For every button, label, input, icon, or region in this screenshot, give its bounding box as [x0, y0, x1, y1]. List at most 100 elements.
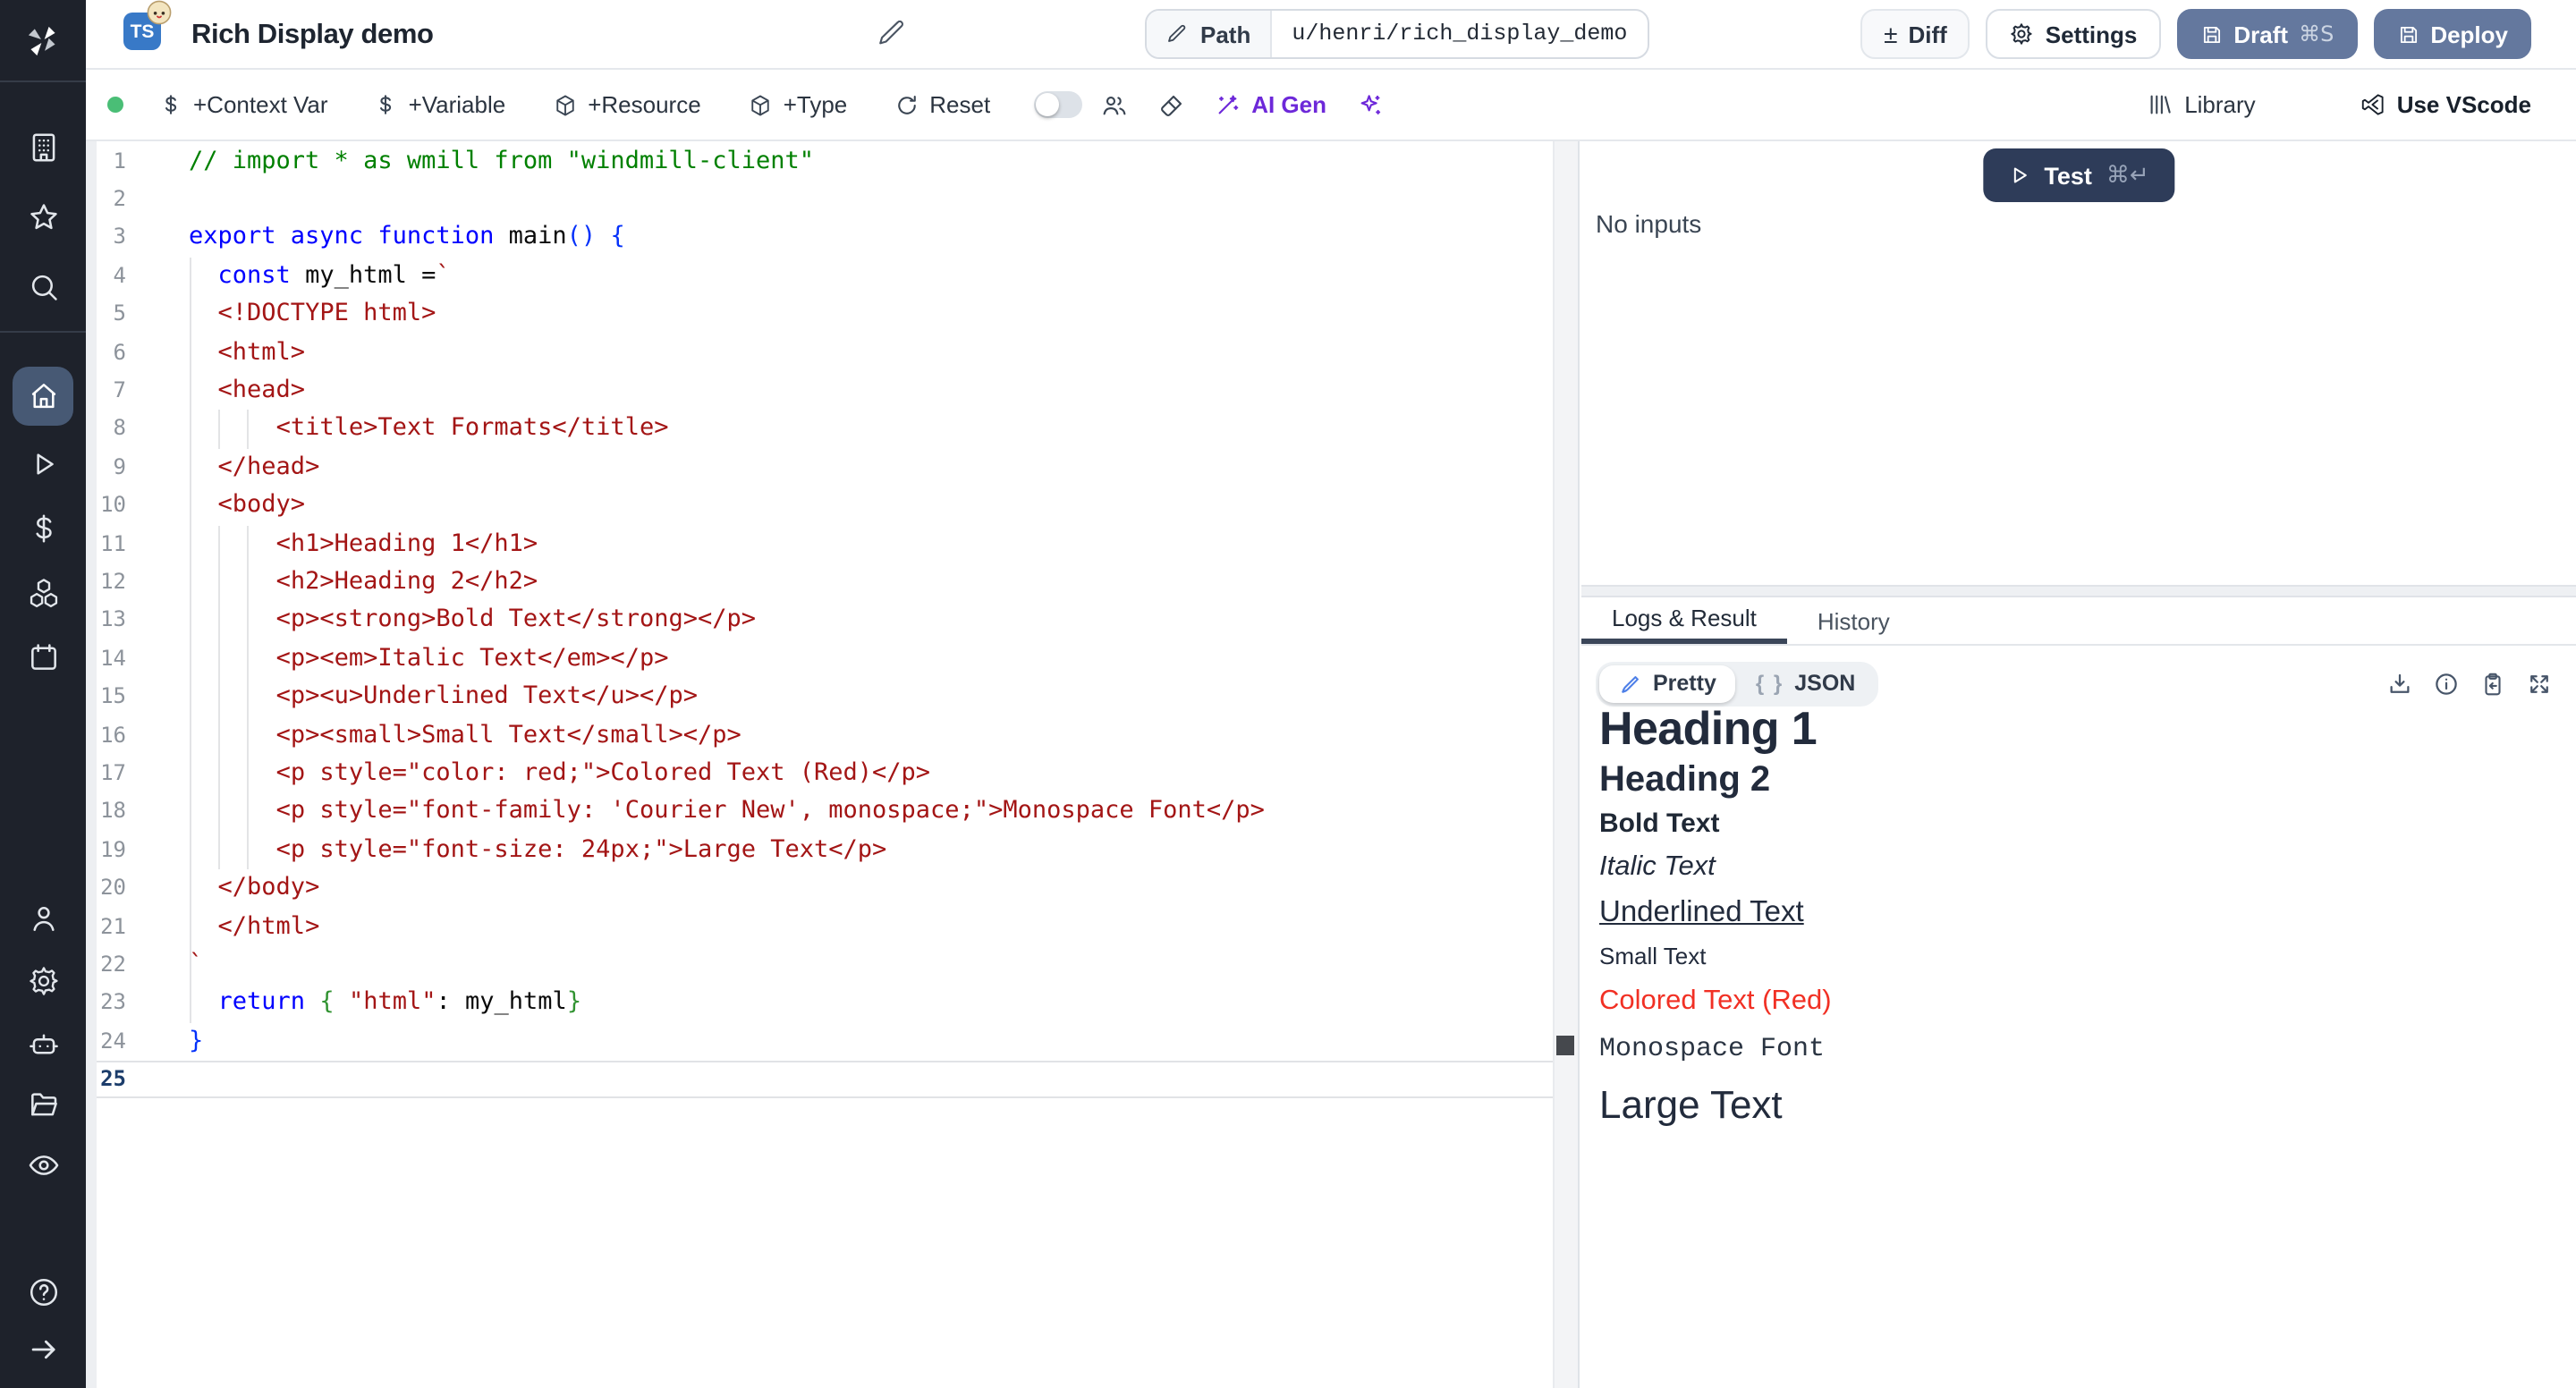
- code-line-text: <body>: [189, 487, 305, 525]
- add-context-var-button[interactable]: +Context Var: [159, 91, 328, 118]
- code-line[interactable]: 9 </head>: [86, 448, 1553, 487]
- code-line-text: }: [189, 1022, 203, 1061]
- copy-result-button[interactable]: [2479, 670, 2506, 697]
- multiplayer-button[interactable]: [1099, 90, 1128, 119]
- code-line[interactable]: 4 const my_html =`: [86, 257, 1553, 295]
- ai-gen-button[interactable]: AI Gen: [1214, 91, 1326, 118]
- code-line[interactable]: 1// import * as wmill from "windmill-cli…: [86, 142, 1553, 181]
- code-line[interactable]: 6 <html>: [86, 334, 1553, 372]
- result-toolbar: Pretty { } JSON: [1596, 662, 2553, 705]
- panel-splitter-vertical[interactable]: [1578, 141, 1580, 1388]
- line-number: 14: [86, 639, 126, 678]
- code-token: [189, 260, 218, 289]
- code-line[interactable]: 12 <h2>Heading 2</h2>: [86, 563, 1553, 602]
- json-view-button[interactable]: { } JSON: [1736, 664, 1875, 702]
- tab-logs-result[interactable]: Logs & Result: [1581, 597, 1787, 644]
- code-line[interactable]: 13 <p><strong>Bold Text</strong></p>: [86, 602, 1553, 640]
- code-line[interactable]: 14 <p><em>Italic Text</em></p>: [86, 639, 1553, 678]
- pretty-view-button[interactable]: Pretty: [1599, 664, 1736, 702]
- add-type-button[interactable]: +Type: [748, 91, 848, 118]
- code-token: [189, 452, 218, 480]
- format-code-button[interactable]: [1157, 90, 1185, 119]
- tab-history[interactable]: History: [1787, 597, 1920, 644]
- library-button[interactable]: Library: [2147, 91, 2256, 118]
- code-line[interactable]: 25: [86, 1061, 1553, 1099]
- sidebar-item-favorites[interactable]: [14, 188, 72, 245]
- reset-button[interactable]: Reset: [894, 91, 990, 118]
- code-line[interactable]: 3export async function main() {: [86, 219, 1553, 258]
- code-line[interactable]: 23 return { "html": my_html}: [86, 985, 1553, 1023]
- sidebar-item-variables[interactable]: [14, 499, 72, 556]
- line-number: 18: [86, 793, 126, 832]
- plus-minus-icon: ±: [1884, 20, 1897, 48]
- result-tabs: Logs & Result History: [1581, 597, 2576, 646]
- code-token: const: [218, 260, 291, 289]
- code-line[interactable]: 8 <title>Text Formats</title>: [86, 410, 1553, 449]
- use-vscode-button[interactable]: Use VScode: [2360, 91, 2531, 118]
- user-icon: [26, 901, 60, 935]
- sidebar-item-user[interactable]: [14, 889, 72, 946]
- code-line[interactable]: 15 <p><u>Underlined Text</u></p>: [86, 678, 1553, 716]
- no-inputs-text: No inputs: [1596, 209, 1701, 238]
- windmill-logo[interactable]: [0, 0, 86, 80]
- diff-mode-toggle[interactable]: [1033, 91, 1081, 118]
- code-line[interactable]: 17 <p style="color: red;">Colored Text (…: [86, 755, 1553, 793]
- sidebar-item-runs[interactable]: [14, 435, 72, 492]
- code-line[interactable]: 7 <head>: [86, 372, 1553, 410]
- sidebar-item-workers[interactable]: [14, 1014, 72, 1071]
- draft-button[interactable]: Draft ⌘S: [2176, 9, 2357, 59]
- braces-icon: { }: [1756, 671, 1784, 696]
- gear-icon: [26, 963, 60, 997]
- code-token: [189, 299, 218, 327]
- sidebar-item-schedules[interactable]: [14, 628, 72, 685]
- code-line[interactable]: 21 </html>: [86, 908, 1553, 946]
- line-number: 25: [86, 1061, 126, 1099]
- add-variable-button[interactable]: +Variable: [375, 91, 506, 118]
- result-small: Small Text: [1599, 941, 2565, 971]
- add-resource-button[interactable]: +Resource: [552, 91, 700, 118]
- code-line[interactable]: 24}: [86, 1022, 1553, 1061]
- diff-button[interactable]: ± Diff: [1860, 9, 1970, 59]
- status-dot: [107, 97, 123, 113]
- sidebar-item-folders[interactable]: [14, 1075, 72, 1132]
- panel-splitter-horizontal[interactable]: [1581, 585, 2576, 597]
- code-line[interactable]: 2: [86, 181, 1553, 219]
- building-icon: [26, 130, 60, 164]
- code-line[interactable]: 10 <body>: [86, 487, 1553, 525]
- expand-result-button[interactable]: [2526, 670, 2553, 697]
- sidebar-item-search[interactable]: [14, 258, 72, 315]
- code-line-text: const my_html =`: [189, 257, 451, 295]
- line-number: 10: [86, 487, 126, 525]
- code-line[interactable]: 20 </body>: [86, 869, 1553, 908]
- result-info-button[interactable]: [2433, 670, 2460, 697]
- save-icon: [2199, 22, 2223, 46]
- sidebar-item-help[interactable]: [14, 1263, 72, 1320]
- code-line[interactable]: 19 <p style="font-size: 24px;">Large Tex…: [86, 831, 1553, 869]
- sidebar-item-workspace[interactable]: [14, 118, 72, 175]
- library-label: Library: [2184, 91, 2256, 118]
- settings-button[interactable]: Settings: [1987, 9, 2161, 59]
- code-line[interactable]: 22`: [86, 946, 1553, 985]
- sidebar-item-home[interactable]: [13, 367, 73, 426]
- package-icon: [552, 92, 577, 117]
- code-line[interactable]: 11 <h1>Heading 1</h1>: [86, 525, 1553, 563]
- play-icon: [26, 446, 60, 480]
- sidebar-item-resources[interactable]: [14, 563, 72, 621]
- sidebar-item-audit-logs[interactable]: [14, 1136, 72, 1193]
- test-button[interactable]: Test ⌘↵: [1983, 148, 2174, 202]
- code-line[interactable]: 18 <p style="font-family: 'Courier New',…: [86, 793, 1553, 832]
- download-result-button[interactable]: [2386, 670, 2413, 697]
- sidebar-item-settings[interactable]: [14, 952, 72, 1009]
- code-line[interactable]: 5 <!DOCTYPE html>: [86, 295, 1553, 334]
- ai-sparkles-button[interactable]: [1355, 90, 1384, 119]
- edit-title-button[interactable]: [877, 18, 907, 48]
- result-italic: Italic Text: [1599, 850, 2565, 885]
- editor-overview-ruler[interactable]: [1553, 141, 1578, 1388]
- code-editor[interactable]: 1// import * as wmill from "windmill-cli…: [86, 141, 1578, 1388]
- deploy-button[interactable]: Deploy: [2373, 9, 2531, 59]
- sidebar-expand-button[interactable]: [14, 1320, 72, 1377]
- code-line[interactable]: 16 <p><small>Small Text</small></p>: [86, 716, 1553, 755]
- code-token: <html>: [218, 337, 306, 366]
- pencil-icon: [877, 18, 907, 48]
- path-field[interactable]: Path u/henri/rich_display_demo: [1145, 9, 1648, 59]
